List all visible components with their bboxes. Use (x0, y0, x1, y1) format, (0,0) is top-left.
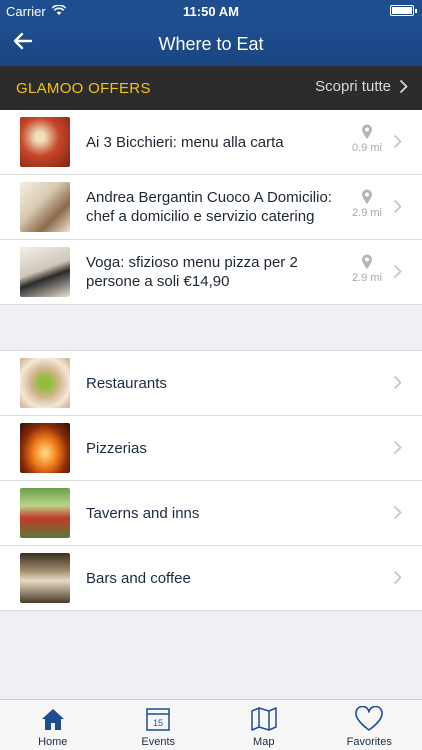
chevron-right-icon (393, 440, 402, 455)
offer-title: Ai 3 Bicchieri: menu alla carta (86, 133, 284, 151)
category-label: Taverns and inns (86, 504, 200, 522)
page-title: Where to Eat (158, 34, 264, 54)
chevron-right-icon (393, 505, 402, 520)
category-item-bars[interactable]: Bars and coffee (0, 546, 422, 611)
offer-thumbnail (20, 247, 70, 297)
offer-thumbnail (20, 117, 70, 167)
offer-thumbnail (20, 182, 70, 232)
tab-label: Favorites (346, 736, 392, 748)
distance-indicator: 0.9 mi (350, 124, 384, 154)
calendar-icon: 15 (146, 708, 170, 731)
category-label: Restaurants (86, 374, 167, 392)
tab-map[interactable]: Map (211, 700, 317, 750)
chevron-right-icon (393, 375, 402, 390)
distance-indicator: 2.9 mi (350, 254, 384, 284)
status-bar: Carrier 11:50 AM (0, 0, 422, 22)
category-item-pizzerias[interactable]: Pizzerias (0, 416, 422, 481)
category-thumbnail (20, 423, 70, 473)
see-all-label: Scopri tutte (315, 78, 391, 95)
heart-icon (355, 706, 384, 731)
chevron-right-icon (393, 264, 402, 279)
category-item-taverns[interactable]: Taverns and inns (0, 481, 422, 546)
category-label: Bars and coffee (86, 569, 191, 587)
chevron-right-icon (399, 79, 408, 94)
chevron-right-icon (393, 570, 402, 585)
tab-label: Home (38, 736, 68, 748)
tab-bar: Home 15 Events Map Favorites (0, 699, 422, 750)
battery-icon (390, 5, 417, 16)
distance-indicator: 2.9 mi (350, 189, 384, 219)
tab-home[interactable]: Home (0, 700, 106, 750)
see-all-offers-button[interactable]: Scopri tutte (315, 78, 408, 95)
offers-label: GLAMOO OFFERS (16, 80, 151, 97)
category-thumbnail (20, 488, 70, 538)
clock: 11:50 AM (183, 4, 239, 19)
distance-label: 2.9 mi (352, 272, 382, 284)
offers-list: Ai 3 Bicchieri: menu alla carta 0.9 mi A… (0, 110, 422, 305)
calendar-day: 15 (153, 718, 163, 728)
offer-item[interactable]: Voga: sfizioso menu pizza per 2 persone … (0, 240, 422, 305)
tab-events[interactable]: 15 Events (106, 700, 212, 750)
offers-header: GLAMOO OFFERS Scopri tutte (0, 66, 422, 110)
tab-label: Map (253, 736, 275, 748)
category-thumbnail (20, 553, 70, 603)
offer-title: Andrea Bergantin Cuoco A Domicilio: chef… (86, 189, 332, 225)
category-list: Restaurants Pizzerias Taverns and inns B… (0, 350, 422, 611)
location-pin-icon (362, 254, 372, 269)
tab-favorites[interactable]: Favorites (317, 700, 422, 750)
chevron-right-icon (393, 199, 402, 214)
category-item-restaurants[interactable]: Restaurants (0, 351, 422, 416)
category-thumbnail (20, 358, 70, 408)
location-pin-icon (362, 189, 372, 204)
offer-title: Voga: sfizioso menu pizza per 2 persone … (86, 254, 298, 290)
section-gap (0, 305, 326, 351)
category-label: Pizzerias (86, 439, 147, 457)
location-pin-icon (362, 124, 372, 139)
tab-label: Events (141, 736, 176, 748)
home-icon (41, 709, 64, 730)
offer-item[interactable]: Andrea Bergantin Cuoco A Domicilio: chef… (0, 175, 422, 240)
offer-item[interactable]: Ai 3 Bicchieri: menu alla carta 0.9 mi (0, 110, 422, 175)
chevron-right-icon (393, 134, 402, 149)
map-icon (251, 707, 277, 731)
nav-bar: Where to Eat (0, 22, 422, 66)
distance-label: 0.9 mi (352, 142, 382, 154)
distance-label: 2.9 mi (352, 207, 382, 219)
